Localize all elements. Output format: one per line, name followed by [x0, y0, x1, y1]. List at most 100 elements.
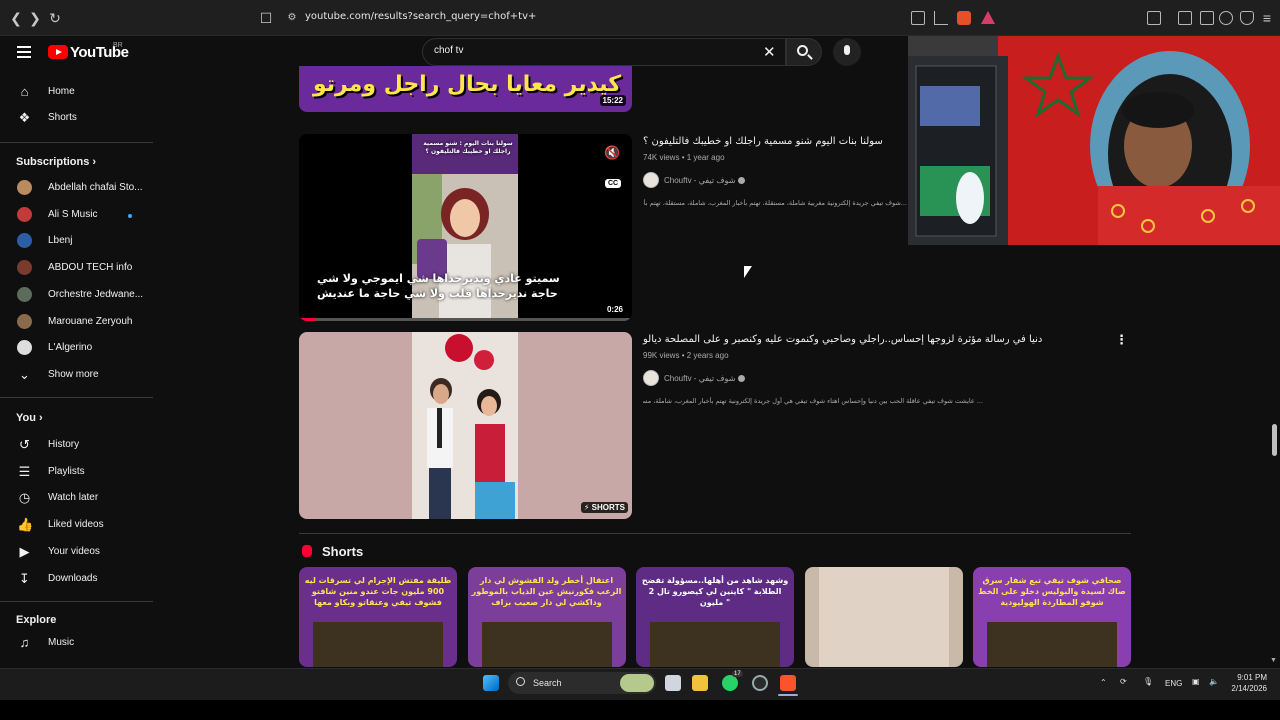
sidebar-subscription[interactable]: Ali S Music [0, 203, 155, 227]
sidebar-item-history[interactable]: ↺ History [0, 433, 155, 457]
sidebar-item-label: Liked videos [48, 519, 104, 531]
sidebar-item-music[interactable]: ♫ Music [0, 631, 155, 655]
clock-time[interactable]: 9:01 PM [1237, 673, 1267, 682]
browser-menu-icon[interactable]: ≡ [1259, 10, 1275, 26]
windows-start-icon[interactable] [483, 675, 499, 691]
app-icon[interactable] [752, 675, 768, 691]
sidebar-item-label: Lbenj [48, 235, 73, 247]
network-icon[interactable]: ▣ [1192, 677, 1200, 686]
short-card[interactable]: وشهد شاهد من أهلها..مسؤولة تفضح الطلابة … [636, 567, 794, 667]
sidebar-divider [0, 601, 153, 602]
sidebar-item-playlists[interactable]: ☰ Playlists [0, 460, 155, 484]
webcam-overlay [908, 36, 1280, 245]
mute-icon[interactable]: 🔇 [604, 145, 620, 161]
sidebar-item-downloads[interactable]: ↧ Downloads [0, 567, 155, 591]
wallet-icon[interactable] [1200, 11, 1214, 25]
download-icon: ↧ [19, 570, 30, 586]
hamburger-menu-icon[interactable] [17, 46, 31, 58]
short-caption: صحافي شوف تيفي تبع شفار سرق صاك لسيدة وا… [978, 576, 1126, 607]
sidebar-subscription[interactable]: ABDOU TECH info [0, 256, 155, 280]
leo-ai-icon[interactable] [1219, 11, 1233, 25]
mic-icon [844, 45, 850, 55]
video-title[interactable]: سولنا بنات اليوم شنو مسمية راجلك او خطيب… [643, 136, 883, 147]
channel-name[interactable]: Chouftv - شوف تيفي [664, 176, 746, 185]
show-more-button[interactable]: ⌄ Show more [0, 363, 155, 387]
short-card[interactable]: صحافي شوف تيفي تبع شفار سرق صاك لسيدة وا… [973, 567, 1131, 667]
sidebar-item-liked-videos[interactable]: 👍 Liked videos [0, 513, 155, 537]
mic-tray-icon[interactable]: 🎙 [1143, 677, 1153, 686]
clock-date[interactable]: 2/14/2026 [1229, 684, 1267, 693]
language-indicator[interactable]: ENG [1165, 679, 1182, 688]
video-thumbnail[interactable]: ⚡ SHORTS [299, 332, 632, 519]
sidebar-divider [0, 397, 153, 398]
sidebar-divider [0, 142, 153, 143]
short-card[interactable] [804, 567, 963, 667]
short-card[interactable]: اعتقال أخطر ولد الفشوش لي دار الرعب فكور… [467, 567, 626, 667]
video-description: ...شوف تيفي جريدة إلكترونية مغربية شاملة… [643, 199, 907, 207]
sidebar-item-shorts[interactable]: ❖ Shorts [0, 106, 155, 130]
page-scrollbar[interactable] [1272, 424, 1277, 456]
video-title[interactable]: دنيا في رسالة مؤثرة لزوجها إحساس..راجلي … [643, 334, 1042, 345]
short-thumbnail-image [313, 622, 443, 667]
volume-icon[interactable]: 🔈 [1209, 677, 1219, 686]
avatar [17, 286, 32, 302]
address-bar[interactable]: youtube.com/results?search_query=chof+tv… [305, 11, 536, 22]
task-view-icon[interactable] [665, 675, 681, 691]
cast-icon[interactable] [911, 11, 925, 25]
sidebar-item-label: Orchestre Jedwane... [48, 288, 144, 300]
sidebar-subscription[interactable]: Orchestre Jedwane... [0, 283, 155, 307]
clear-search-icon[interactable]: ✕ [763, 43, 776, 61]
sidebar-subscription[interactable]: Abdellah chafai Sto... [0, 176, 155, 200]
sidebar-item-home[interactable]: ⌂ Home [0, 80, 155, 104]
subscriptions-heading[interactable]: Subscriptions › [16, 156, 96, 168]
verified-icon [738, 375, 746, 382]
thumbnail-caption: كيدير معايا بحال راجل ومرتو [313, 72, 622, 97]
sidebar-item-watch-later[interactable]: ◷ Watch later [0, 486, 155, 510]
sidebar-subscription[interactable]: L'Algerino [0, 336, 155, 360]
sidebar-subscription[interactable]: Lbenj [0, 229, 155, 253]
cc-button[interactable]: CC [605, 179, 622, 188]
section-divider [299, 533, 1131, 534]
back-icon[interactable]: ❮ [8, 10, 24, 26]
search-button[interactable] [786, 38, 822, 66]
brave-browser-icon[interactable] [780, 675, 796, 691]
video-thumbnail[interactable]: كيدير معايا بحال راجل ومرتو 15:22 [299, 66, 632, 112]
reload-icon[interactable]: ↻ [47, 10, 63, 26]
youtube-logo-icon[interactable] [48, 45, 68, 59]
search-query-text[interactable]: chof tv [434, 45, 463, 56]
tray-overflow-icon[interactable]: ⌃ [1100, 678, 1107, 687]
avatar [17, 313, 32, 329]
channel-avatar[interactable] [643, 172, 659, 188]
sidebar-subscription[interactable]: Marouane Zeryouh [0, 310, 155, 334]
channel-name[interactable]: Chouftv - شوف تيفي [664, 374, 746, 383]
webcam-image [908, 36, 1280, 245]
site-settings-icon[interactable]: ⚙ [284, 10, 300, 26]
brave-rewards-icon[interactable] [981, 11, 995, 24]
you-heading[interactable]: You › [16, 412, 43, 424]
vpn-icon[interactable] [1240, 11, 1254, 25]
search-input[interactable] [422, 38, 786, 66]
short-caption: وشهد شاهد من أهلها..مسؤولة تفضح الطلابة … [641, 576, 789, 607]
forward-icon[interactable]: ❯ [27, 10, 43, 26]
voice-search-button[interactable] [833, 38, 861, 66]
file-explorer-icon[interactable] [692, 675, 708, 691]
verified-icon [738, 177, 746, 184]
short-card[interactable]: طليقة مفتش الإجرام لي تسرقات ليه 900 ملي… [299, 567, 457, 667]
tray-app-icon[interactable]: ⟳ [1120, 677, 1127, 686]
extensions-icon[interactable] [1147, 11, 1161, 25]
brave-shields-icon[interactable] [957, 11, 971, 25]
whatsapp-icon[interactable] [722, 675, 738, 691]
thumbnail-top-text: سولنا بنات اليوم : شنو مسمية راجلك او خط… [423, 140, 513, 155]
scroll-down-arrow-icon[interactable]: ▼ [1270, 657, 1277, 664]
channel-avatar[interactable] [643, 370, 659, 386]
sidebar-item-your-videos[interactable]: ▶ Your videos [0, 540, 155, 564]
share-icon[interactable] [934, 11, 948, 25]
watch-later-icon: ◷ [18, 490, 31, 506]
video-thumbnail[interactable]: سولنا بنات اليوم : شنو مسمية راجلك او خط… [299, 134, 632, 321]
playback-progress-track[interactable] [299, 318, 632, 321]
bookmark-icon[interactable]: ☐ [258, 10, 274, 26]
sidebar-toggle-icon[interactable] [1178, 11, 1192, 25]
more-actions-icon[interactable]: ⋮ [1115, 332, 1128, 348]
history-icon: ↺ [19, 437, 30, 452]
mouse-cursor [744, 266, 752, 278]
